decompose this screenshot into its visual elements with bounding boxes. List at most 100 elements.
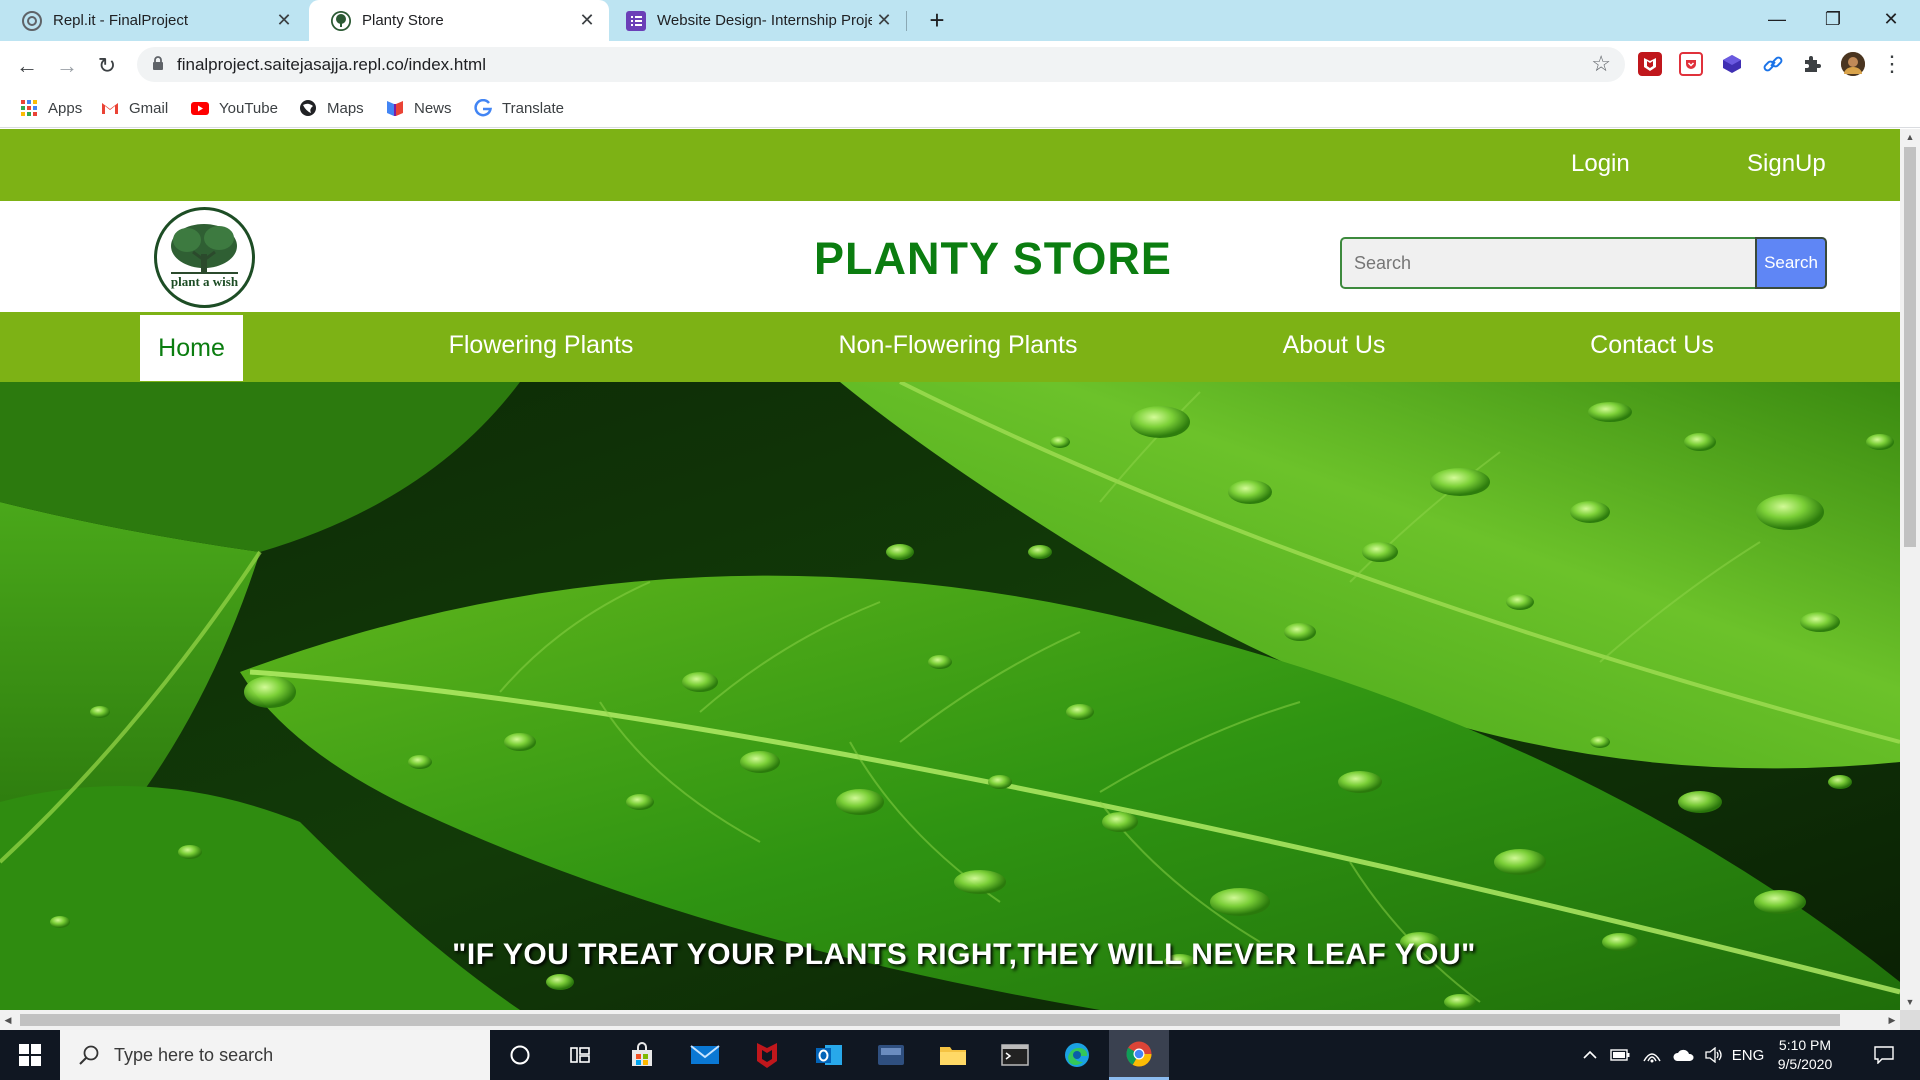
extension-cube-icon[interactable] bbox=[1720, 52, 1744, 76]
mcafee-icon[interactable] bbox=[1638, 52, 1662, 76]
site-header: plant a wish PLANTY STORE Search bbox=[0, 201, 1900, 312]
cortana-icon[interactable] bbox=[490, 1030, 550, 1080]
store-icon[interactable] bbox=[612, 1030, 672, 1080]
battery-icon[interactable] bbox=[1606, 1030, 1634, 1080]
onedrive-icon[interactable] bbox=[1670, 1030, 1698, 1080]
url-text[interactable]: finalproject.saitejasajja.repl.co/index.… bbox=[177, 55, 486, 75]
site-top-bar: Login SignUp bbox=[0, 129, 1900, 201]
search-button[interactable]: Search bbox=[1755, 237, 1827, 289]
tab-title: Repl.it - FinalProject bbox=[53, 12, 189, 29]
tab-replit[interactable]: Repl.it - FinalProject ✕ bbox=[0, 0, 306, 41]
taskbar-search-box[interactable]: Type here to search bbox=[60, 1030, 490, 1080]
back-button[interactable]: ← bbox=[10, 49, 44, 83]
signup-link[interactable]: SignUp bbox=[1747, 150, 1826, 178]
taskbar-clock[interactable]: 5:10 PM 9/5/2020 bbox=[1760, 1036, 1850, 1074]
lock-icon bbox=[153, 56, 163, 70]
replit-favicon-icon bbox=[22, 10, 42, 31]
nav-non-flowering-plants[interactable]: Non-Flowering Plants bbox=[820, 312, 1096, 378]
maps-icon bbox=[299, 99, 317, 117]
outlook-icon[interactable] bbox=[799, 1030, 859, 1080]
minimize-button[interactable]: — bbox=[1748, 0, 1806, 38]
chrome-icon[interactable] bbox=[1109, 1030, 1169, 1080]
nav-about-us[interactable]: About Us bbox=[1268, 312, 1400, 378]
address-bar[interactable]: finalproject.saitejasajja.repl.co/index.… bbox=[137, 47, 1625, 82]
bookmark-maps[interactable]: Maps bbox=[299, 96, 364, 120]
news-icon bbox=[386, 99, 404, 117]
browser-tab-bar: Repl.it - FinalProject ✕ Planty Store ✕ … bbox=[0, 0, 1920, 41]
puzzle-icon[interactable] bbox=[1800, 52, 1824, 76]
bookmark-gmail[interactable]: Gmail bbox=[101, 96, 168, 120]
close-icon[interactable]: ✕ bbox=[575, 10, 599, 31]
profile-avatar-icon[interactable] bbox=[1841, 52, 1865, 76]
site-nav-bar: Home Flowering Plants Non-Flowering Plan… bbox=[0, 312, 1900, 382]
forward-button[interactable]: → bbox=[50, 49, 84, 83]
scroll-up-arrow-icon[interactable]: ▲ bbox=[1900, 129, 1920, 145]
windows-logo-icon bbox=[19, 1044, 41, 1066]
edge-icon[interactable] bbox=[1047, 1030, 1107, 1080]
maximize-button[interactable]: ❐ bbox=[1804, 0, 1862, 38]
app-icon[interactable] bbox=[861, 1030, 921, 1080]
bookmark-label: News bbox=[414, 99, 452, 117]
show-hidden-icons-icon[interactable] bbox=[1578, 1030, 1602, 1080]
tab-separator bbox=[906, 11, 907, 31]
mail-icon[interactable] bbox=[675, 1030, 735, 1080]
bookmark-label: Translate bbox=[502, 99, 564, 117]
horizontal-scroll-thumb[interactable] bbox=[20, 1014, 1840, 1026]
close-window-button[interactable]: ✕ bbox=[1862, 0, 1920, 38]
search-input[interactable] bbox=[1340, 237, 1756, 289]
apps-grid-icon bbox=[20, 99, 38, 117]
pocket-icon[interactable] bbox=[1679, 52, 1703, 76]
bookmark-news[interactable]: News bbox=[386, 96, 452, 120]
reload-button[interactable]: ↻ bbox=[90, 49, 124, 83]
bookmark-star-icon[interactable]: ☆ bbox=[1591, 51, 1611, 77]
youtube-icon bbox=[191, 99, 209, 117]
start-button[interactable] bbox=[0, 1030, 60, 1080]
notifications-icon[interactable] bbox=[1864, 1030, 1904, 1080]
clock-date: 9/5/2020 bbox=[1777, 1056, 1833, 1072]
windows-taskbar: Type here to search ENG 5:10 PM 9/5/2020 bbox=[0, 1030, 1920, 1080]
bookmark-youtube[interactable]: YouTube bbox=[191, 96, 278, 120]
browser-toolbar: ← → ↻ finalproject.saitejasajja.repl.co/… bbox=[0, 41, 1920, 90]
volume-icon[interactable] bbox=[1700, 1030, 1728, 1080]
tab-title: Website Design- Internship Proje bbox=[657, 12, 872, 29]
bookmark-label: Apps bbox=[48, 99, 83, 117]
tab-website-design[interactable]: Website Design- Internship Proje ✕ bbox=[604, 0, 906, 41]
bookmark-translate[interactable]: Translate bbox=[474, 96, 564, 120]
page-viewport: Login SignUp plant a wish PLANTY STORE S… bbox=[0, 129, 1900, 1010]
new-tab-button[interactable]: + bbox=[922, 6, 952, 36]
file-explorer-icon[interactable] bbox=[923, 1030, 983, 1080]
chrome-menu-icon[interactable]: ⋮ bbox=[1880, 51, 1904, 76]
tab-planty-store[interactable]: Planty Store ✕ bbox=[309, 0, 609, 41]
vertical-scroll-thumb[interactable] bbox=[1904, 147, 1916, 547]
translate-icon bbox=[474, 99, 492, 117]
close-icon[interactable]: ✕ bbox=[872, 10, 896, 31]
hero-banner: "IF YOU TREAT YOUR PLANTS RIGHT,THEY WIL… bbox=[0, 382, 1900, 1010]
scroll-down-arrow-icon[interactable]: ▼ bbox=[1900, 994, 1920, 1010]
planty-favicon-icon bbox=[331, 10, 351, 31]
scroll-left-arrow-icon[interactable]: ◀ bbox=[0, 1010, 16, 1030]
nav-contact-us[interactable]: Contact Us bbox=[1576, 312, 1728, 378]
bookmarks-bar: Apps Gmail YouTube Maps News Translate bbox=[0, 90, 1920, 128]
bookmark-label: Gmail bbox=[129, 99, 169, 117]
terminal-icon[interactable] bbox=[985, 1030, 1045, 1080]
close-icon[interactable]: ✕ bbox=[272, 10, 296, 31]
bookmark-label: Maps bbox=[327, 99, 364, 117]
login-link[interactable]: Login bbox=[1571, 150, 1630, 178]
task-view-icon[interactable] bbox=[550, 1030, 610, 1080]
mcafee-icon[interactable] bbox=[737, 1030, 797, 1080]
scroll-right-arrow-icon[interactable]: ▶ bbox=[1884, 1010, 1900, 1030]
nav-home[interactable]: Home bbox=[140, 315, 243, 381]
leaf-background-image bbox=[0, 382, 1900, 1010]
vertical-scrollbar[interactable]: ▲ ▼ bbox=[1900, 129, 1920, 1010]
forms-favicon-icon bbox=[626, 10, 646, 31]
horizontal-scrollbar[interactable]: ◀ ▶ bbox=[0, 1010, 1900, 1030]
nav-flowering-plants[interactable]: Flowering Plants bbox=[430, 312, 652, 378]
wifi-icon[interactable] bbox=[1638, 1030, 1666, 1080]
scrollbar-corner bbox=[1900, 1010, 1920, 1030]
link-icon[interactable] bbox=[1761, 52, 1785, 76]
bookmark-apps[interactable]: Apps bbox=[20, 96, 82, 120]
tab-title: Planty Store bbox=[362, 12, 444, 29]
bookmark-label: YouTube bbox=[219, 99, 278, 117]
clock-time: 5:10 PM bbox=[1778, 1037, 1832, 1053]
taskbar-search-placeholder: Type here to search bbox=[114, 1044, 274, 1065]
